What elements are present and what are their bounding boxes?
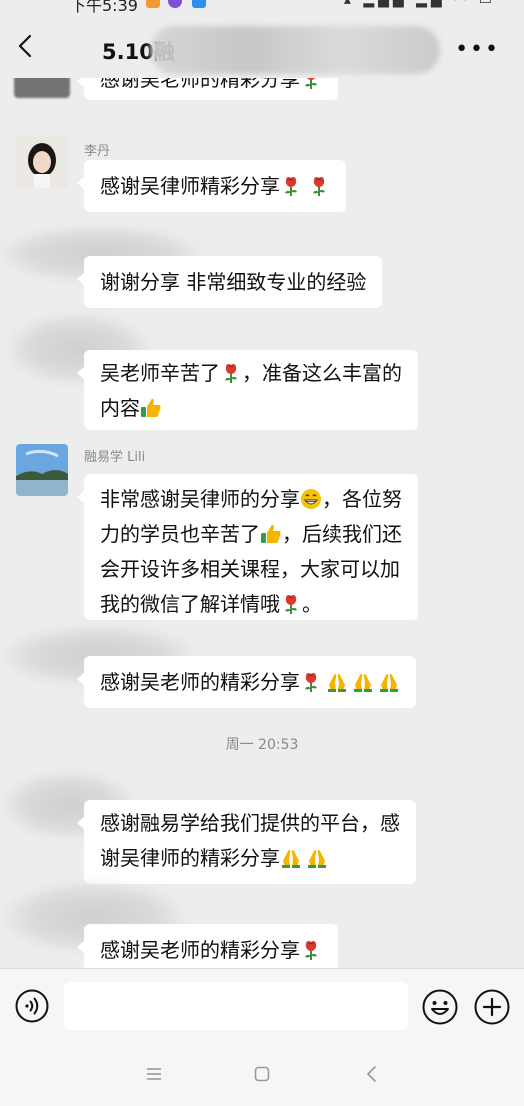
bubble-line: 力的学员也辛苦了 ，后续我们还	[100, 522, 402, 546]
rose-emoji	[280, 593, 302, 615]
system-navigation-bar	[0, 1044, 524, 1106]
message-list[interactable]: 感谢吴老师的精彩分享 李丹 感谢吴律师精彩分享 谢谢分享 非常细致专业的经验 吴…	[0, 78, 524, 968]
bubble-line: 谢吴律师的精彩分享	[100, 841, 400, 876]
avatar-image	[16, 136, 68, 188]
emoji-icon[interactable]	[422, 989, 458, 1025]
plus-icon[interactable]	[474, 989, 510, 1025]
message-bubble[interactable]: 感谢吴老师的精彩分享	[77, 78, 338, 100]
avatar[interactable]	[16, 136, 68, 188]
bubble-line: 吴老师辛苦了 ，准备这么丰富的	[100, 361, 402, 385]
grin-emoji	[300, 488, 322, 510]
status-time: 下午5:39	[70, 0, 138, 14]
chat-header: 5.10融 •••	[0, 14, 524, 78]
notification-icon	[168, 0, 182, 8]
thumbs-up-emoji	[140, 397, 162, 419]
message-bubble[interactable]: 非常感谢吴律师的分享 ，各位努 力的学员也辛苦了 ，后续我们还 会开设许多相关课程，…	[77, 474, 418, 620]
pray-emoji	[326, 671, 348, 693]
rose-emoji	[308, 175, 330, 197]
bubble-line: 感谢融易学给我们提供的平台，感	[100, 811, 400, 835]
thumbs-up-emoji	[260, 523, 282, 545]
avatar-image	[16, 444, 68, 496]
message-bubble[interactable]: 谢谢分享 非常细致专业的经验	[76, 256, 383, 308]
bubble-line: 内容	[100, 391, 402, 426]
bubble-line: 非常感谢吴律师的分享 ，各位努	[100, 487, 402, 511]
bubble-line: 会开设许多相关课程，大家可以加	[100, 557, 400, 581]
message-input[interactable]	[64, 982, 408, 1030]
back-icon[interactable]	[365, 1066, 379, 1082]
avatar[interactable]	[14, 78, 70, 98]
avatar[interactable]	[16, 444, 68, 496]
home-icon[interactable]	[254, 1066, 270, 1082]
message-bubble[interactable]: 感谢融易学给我们提供的平台，感 谢吴律师的精彩分享	[77, 800, 416, 884]
rose-emoji	[300, 939, 322, 961]
rose-emoji	[220, 362, 242, 384]
sender-name: 融易学 Lili	[84, 450, 146, 465]
rose-emoji	[300, 78, 322, 90]
pray-emoji	[352, 671, 374, 693]
rose-emoji	[280, 175, 302, 197]
voice-icon[interactable]	[15, 989, 49, 1023]
menu-icon[interactable]	[146, 1066, 162, 1082]
pray-emoji	[378, 671, 400, 693]
input-bar	[0, 968, 524, 1044]
timestamp: 周一 20:53	[225, 737, 299, 753]
message-bubble[interactable]: 感谢吴律师精彩分享	[77, 160, 346, 212]
sender-name: 李丹	[84, 144, 111, 159]
bubble-line: 我的微信了解详情哦。	[100, 592, 322, 616]
status-icons: ▴ ▂▄▆ ▂▄ ◠ ▭	[343, 0, 496, 8]
message-bubble[interactable]: 吴老师辛苦了 ，准备这么丰富的 内容	[77, 350, 418, 430]
message-bubble[interactable]: 感谢吴老师的精彩分享	[77, 656, 416, 708]
status-bar: 下午5:39 ▴ ▂▄▆ ▂▄ ◠ ▭	[0, 0, 524, 14]
rose-emoji	[300, 671, 322, 693]
back-icon[interactable]	[14, 34, 38, 58]
notification-icon	[192, 0, 206, 8]
pray-emoji	[280, 847, 302, 869]
notification-icon	[146, 0, 160, 8]
message-bubble[interactable]: 感谢吴老师的精彩分享	[77, 924, 338, 968]
title-redaction	[150, 26, 440, 74]
pray-emoji	[306, 847, 328, 869]
